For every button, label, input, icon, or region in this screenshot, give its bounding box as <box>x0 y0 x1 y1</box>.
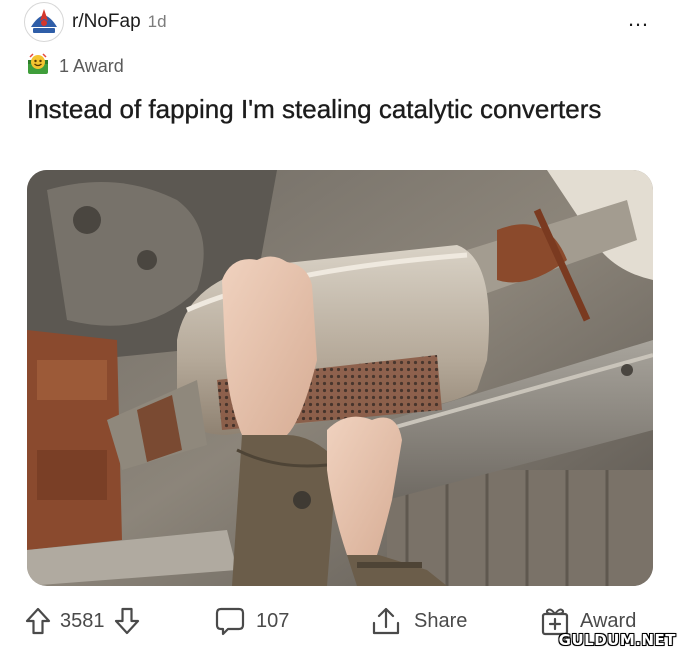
subreddit-name[interactable]: r/NoFap <box>72 11 141 33</box>
watermark: GULDUM.NET <box>558 631 676 649</box>
vote-control: 3581 <box>24 598 141 644</box>
post-image[interactable] <box>27 170 653 586</box>
post-header: r/NoFap 1d … <box>24 2 656 42</box>
more-options-icon[interactable]: … <box>627 6 650 32</box>
post-age: 1d <box>147 12 167 31</box>
awards-row: 1 Award <box>25 52 124 80</box>
share-label: Share <box>414 609 468 632</box>
upvote-arrow-icon[interactable] <box>24 606 52 636</box>
comment-count: 107 <box>256 609 290 632</box>
award-label: Award <box>580 609 637 632</box>
award-emoji-icon <box>25 51 51 82</box>
vote-count: 3581 <box>60 609 105 632</box>
share-button[interactable]: Share <box>370 598 467 644</box>
post-title[interactable]: Instead of fapping I'm stealing catalyti… <box>27 92 627 126</box>
awards-count[interactable]: 1 Award <box>59 56 124 77</box>
comment-bubble-icon <box>214 605 246 637</box>
comments-button[interactable]: 107 <box>214 598 289 644</box>
subreddit-avatar-icon[interactable] <box>24 2 64 42</box>
share-arrow-icon <box>370 605 402 637</box>
downvote-arrow-icon[interactable] <box>113 606 141 636</box>
